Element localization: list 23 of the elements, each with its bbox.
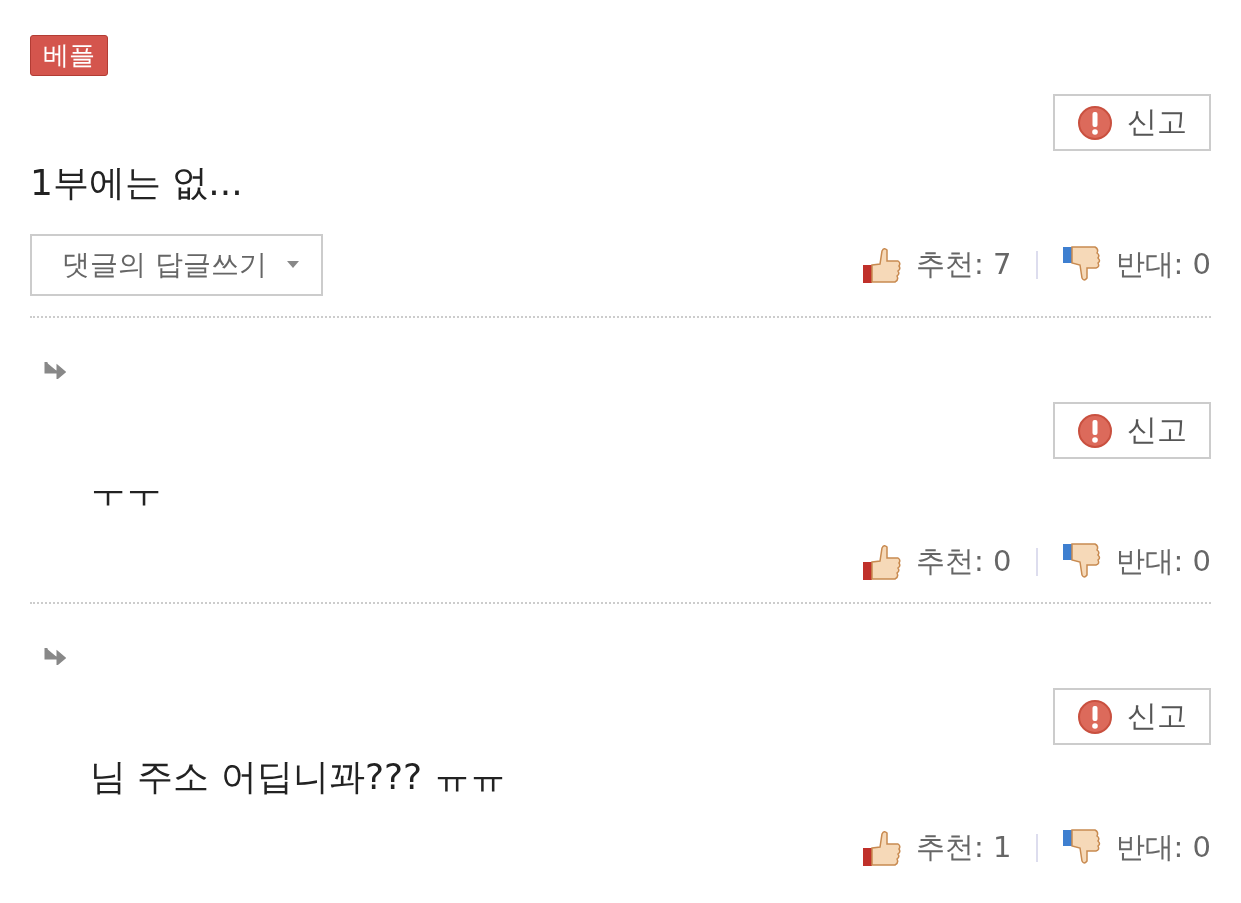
warning-icon: [1077, 104, 1113, 141]
reply-arrow-icon: [44, 647, 66, 665]
dislike-button[interactable]: 반대: 0: [1061, 542, 1211, 582]
report-button[interactable]: 신고: [1053, 688, 1211, 745]
caret-icon: [286, 261, 299, 269]
comment-text: ㅜㅜ: [89, 469, 163, 513]
reply-dropdown[interactable]: 댓글의 답글쓰기: [30, 234, 323, 296]
best-badge: 베플: [30, 34, 108, 76]
like-button[interactable]: 추천: 1: [862, 828, 1012, 868]
thumbs-up-icon: [862, 542, 903, 582]
warning-icon: [1077, 412, 1113, 449]
comment-text: 1부에는 없...: [30, 161, 244, 205]
thumbs-up-icon: [862, 828, 903, 868]
dislike-button[interactable]: 반대: 0: [1061, 245, 1211, 285]
dislike-button[interactable]: 반대: 0: [1061, 828, 1211, 868]
report-button[interactable]: 신고: [1053, 94, 1211, 151]
warning-icon: [1077, 698, 1113, 735]
reply-arrow-icon: [44, 361, 66, 379]
report-button[interactable]: 신고: [1053, 402, 1211, 459]
like-button[interactable]: 추천: 0: [862, 542, 1012, 582]
thumbs-up-icon: [862, 245, 903, 285]
comment-text: 님 주소 어딥니꽈??? ㅠㅠ: [89, 755, 507, 799]
like-button[interactable]: 추천: 7: [862, 245, 1012, 285]
